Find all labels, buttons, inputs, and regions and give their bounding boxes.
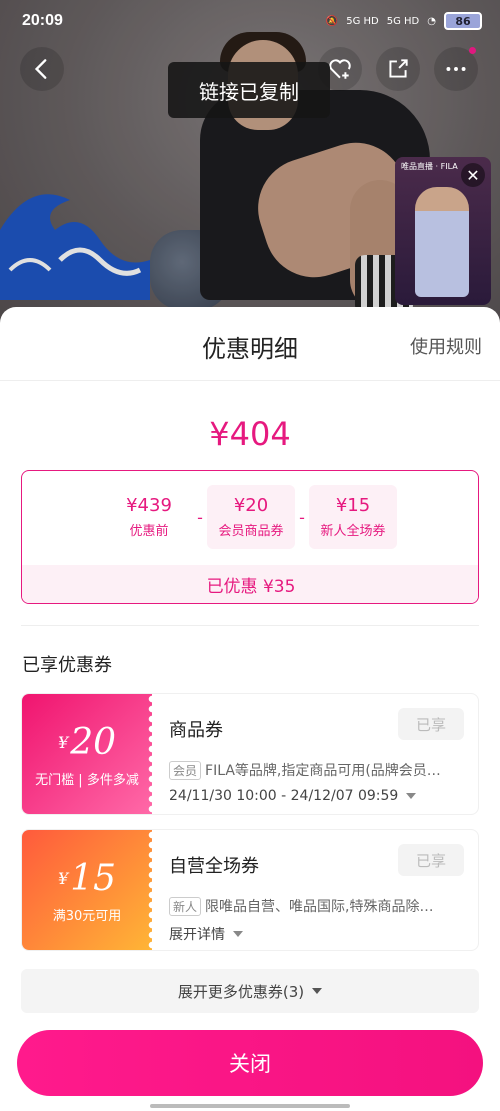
section-divider xyxy=(21,625,479,626)
notification-dot xyxy=(469,47,476,54)
original-price: ¥439 xyxy=(126,495,172,516)
final-price: ¥404 xyxy=(209,415,291,453)
close-icon: ✕ xyxy=(466,165,480,185)
network-label-2: 5G HD xyxy=(386,15,420,27)
coupon-condition: 满30元可用 xyxy=(52,908,122,924)
expand-more-coupons-button[interactable]: 展开更多优惠券(3) xyxy=(21,969,479,1013)
coupon-name: 自营全场券 xyxy=(169,856,259,877)
breakdown-row: ¥439 优惠前 - ¥20 会员商品券 - ¥15 新人全场券 xyxy=(22,485,478,549)
expand-details-text: 展开详情 xyxy=(169,927,225,943)
coupon-description: 新人 限唯品自营、唯品国际,特殊商品除… xyxy=(169,896,464,916)
live-preview[interactable]: 唯品直播 · FILA ✕ xyxy=(395,157,491,305)
coupon-status: 已享 xyxy=(398,844,464,876)
coupon-amount: 15 xyxy=(70,857,116,899)
member-coupon-amount: ¥20 xyxy=(233,495,269,516)
mute-icon: 🔕 xyxy=(325,15,339,27)
yen-sign: ¥ xyxy=(58,868,69,888)
discount-detail-sheet: 优惠明细 使用规则 ¥404 ¥439 优惠前 - ¥20 会员商品券 - ¥1… xyxy=(0,307,500,1111)
member-coupon-item: ¥20 会员商品券 xyxy=(207,485,295,549)
minus-sign: - xyxy=(299,507,305,527)
coupon-validity[interactable]: 24/11/30 10:00 - 24/12/07 09:59 xyxy=(169,788,417,804)
coupon-info: 自营全场券 已享 新人 限唯品自营、唯品国际,特殊商品除… 展开详情 xyxy=(169,830,478,950)
back-button[interactable] xyxy=(20,47,64,91)
coupon-amount: 20 xyxy=(70,721,116,763)
coupon-condition: 无门槛 | 多件多减 xyxy=(35,772,139,788)
live-host xyxy=(415,187,469,297)
new-user-coupon-item: ¥15 新人全场券 xyxy=(309,485,397,549)
coupon-tag: 新人 xyxy=(169,897,202,916)
close-button[interactable]: 关闭 xyxy=(17,1030,483,1096)
chevron-down-icon xyxy=(406,793,417,799)
status-bar: 20:09 🔕 5G HD 5G HD ◔ 86 xyxy=(0,0,500,42)
usage-rules-link[interactable]: 使用规则 xyxy=(410,333,482,359)
network-label-1: 5G HD xyxy=(346,15,379,27)
saved-amount: 已优惠 ¥35 xyxy=(22,565,478,603)
expand-details-link[interactable]: 展开详情 xyxy=(169,924,243,944)
more-button[interactable] xyxy=(434,47,478,91)
coupon-value-panel: ¥20 无门槛 | 多件多减 xyxy=(22,694,156,814)
share-icon xyxy=(389,59,408,78)
chevron-down-icon xyxy=(233,931,243,937)
wifi-icon: ◔ xyxy=(427,15,436,27)
sheet-header: 优惠明细 使用规则 xyxy=(0,307,500,381)
coupon-validity-text: 24/11/30 10:00 - 24/12/07 09:59 xyxy=(169,788,399,804)
coupon-card: ¥20 无门槛 | 多件多减 商品券 已享 会员 FILA等品牌,指定商品可用(品… xyxy=(21,693,479,815)
minus-sign: - xyxy=(197,507,203,527)
original-price-label: 优惠前 xyxy=(129,524,169,539)
new-user-coupon-label: 新人全场券 xyxy=(320,524,386,539)
coupon-desc-text: 限唯品自营、唯品国际,特殊商品除… xyxy=(205,899,434,915)
yen-sign: ¥ xyxy=(58,732,69,752)
coupon-tag: 会员 xyxy=(169,761,202,780)
back-icon xyxy=(34,59,47,79)
wishlist-add-icon xyxy=(329,59,351,79)
status-icons: 🔕 5G HD 5G HD ◔ 86 xyxy=(326,12,482,30)
coupon-value: ¥15 xyxy=(58,857,116,899)
home-indicator xyxy=(150,1104,350,1108)
coupon-value-panel: ¥15 满30元可用 xyxy=(22,830,156,950)
coupon-description: 会员 FILA等品牌,指定商品可用(品牌会员… xyxy=(169,760,464,780)
member-coupon-label: 会员商品券 xyxy=(218,524,284,539)
battery-indicator: 86 xyxy=(444,12,482,30)
price-breakdown: ¥439 优惠前 - ¥20 会员商品券 - ¥15 新人全场券 已优惠 ¥35 xyxy=(21,470,479,604)
expand-more-label: 展开更多优惠券(3) xyxy=(177,982,305,1001)
original-price-item: ¥439 优惠前 xyxy=(105,485,193,549)
breakdown-arrow xyxy=(238,471,262,482)
more-icon xyxy=(446,67,466,71)
coupon-desc-text: FILA等品牌,指定商品可用(品牌会员… xyxy=(205,763,441,779)
applied-coupons-title: 已享优惠券 xyxy=(22,655,112,676)
chevron-down-icon xyxy=(312,988,323,994)
coupon-card: ¥15 满30元可用 自营全场券 已享 新人 限唯品自营、唯品国际,特殊商品除… … xyxy=(21,829,479,951)
live-close-button[interactable]: ✕ xyxy=(461,163,485,187)
status-time: 20:09 xyxy=(22,12,63,29)
new-user-coupon-amount: ¥15 xyxy=(335,495,371,516)
live-preview-title: 唯品直播 · FILA xyxy=(401,162,458,171)
coupon-value: ¥20 xyxy=(58,721,116,763)
share-button[interactable] xyxy=(376,47,420,91)
coupon-info: 商品券 已享 会员 FILA等品牌,指定商品可用(品牌会员… 24/11/30 1… xyxy=(169,694,478,814)
toast: 链接已复制 xyxy=(168,62,330,118)
coupon-status: 已享 xyxy=(398,708,464,740)
coupon-name: 商品券 xyxy=(169,720,223,741)
